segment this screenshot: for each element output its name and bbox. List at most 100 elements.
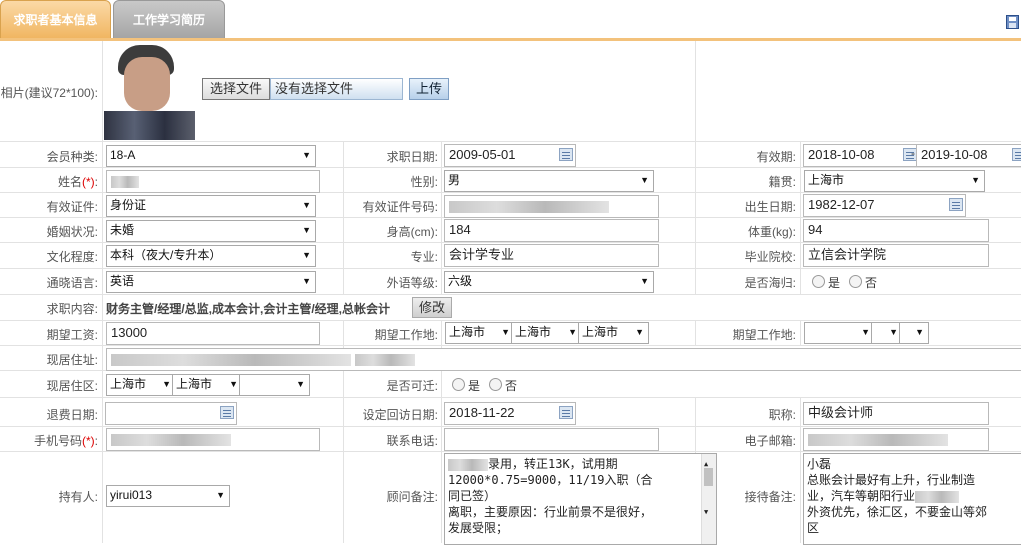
chevron-down-icon: ▼ [568, 327, 577, 337]
chevron-down-icon: ▼ [229, 379, 238, 389]
refund-date-label: 退费日期: [46, 408, 98, 422]
address-label: 现居住址: [46, 353, 98, 367]
valid-to-input[interactable]: 2019-10-08 [916, 144, 1021, 167]
relocate-radio-no[interactable]: 否 [489, 377, 517, 394]
email-input[interactable] [803, 428, 989, 451]
chevron-down-icon: ▼ [302, 225, 311, 235]
school-input[interactable]: 立信会计学院 [803, 244, 989, 267]
major-label: 专业: [410, 250, 438, 264]
height-input[interactable]: 184 [444, 219, 659, 242]
chevron-down-icon: ▼ [640, 175, 649, 185]
calendar-icon[interactable] [220, 406, 234, 419]
overseas-radio-yes[interactable]: 是 [812, 274, 840, 291]
language-level-select[interactable]: 六级 ▼ [444, 271, 654, 293]
choose-file-button[interactable]: 选择文件 [202, 78, 270, 100]
mobile-label: 手机号码(*): [33, 434, 98, 448]
language-level-label: 外语等级: [386, 276, 438, 290]
district-label: 现居住区: [46, 379, 98, 393]
job-title-input[interactable]: 中级会计师 [803, 402, 989, 425]
valid-period-label: 有效期: [756, 150, 796, 164]
advisor-note-label: 顾问备注: [386, 490, 438, 504]
job-content-text: 财务主管/经理/总监,成本会计,会计主管/经理,总帐会计 [106, 302, 391, 316]
birth-date-input[interactable]: 1982-12-07 [803, 194, 966, 217]
address-input[interactable] [106, 348, 1021, 371]
chevron-down-icon: ▼ [302, 276, 311, 286]
id-type-label: 有效证件: [46, 200, 98, 214]
photo-avatar [104, 43, 195, 140]
language-select[interactable]: 英语 ▼ [106, 271, 316, 293]
education-select[interactable]: 本科（夜大/专升本） ▼ [106, 245, 316, 267]
job-date-input[interactable]: 2009-05-01 [444, 144, 576, 167]
chevron-down-icon: ▼ [296, 379, 305, 389]
calendar-icon[interactable] [1012, 148, 1021, 161]
valid-from-input[interactable]: 2018-10-08 [803, 144, 920, 167]
advisor-note-textarea[interactable]: 录用，转正13K，试用期 12000*0.75=9000，11/19入职（合 同… [444, 453, 717, 545]
overseas-label: 是否海归: [744, 276, 796, 290]
reception-note-textarea[interactable]: 小磊 总账会计最好有上升，行业制造 业，汽车等朝阳行业 外资优先，徐汇区，不要金… [803, 453, 1021, 545]
email-label: 电子邮箱: [744, 434, 796, 448]
phone-label: 联系电话: [386, 434, 438, 448]
salary-label: 期望工资: [46, 328, 98, 342]
work-location-label: 期望工作地: [374, 328, 438, 342]
district-province[interactable]: 上海市 ▼ [106, 374, 176, 396]
weight-label: 体重(kg): [747, 225, 796, 239]
calendar-icon[interactable] [559, 148, 573, 161]
tab-basic-info[interactable]: 求职者基本信息 [0, 0, 111, 40]
chevron-down-icon: ▼ [302, 150, 311, 160]
relocate-label: 是否可迁: [386, 379, 438, 393]
job-content-label: 求职内容: [46, 302, 98, 316]
marital-select[interactable]: 未婚 ▼ [106, 220, 316, 242]
chevron-down-icon: ▼ [889, 327, 898, 337]
gender-select[interactable]: 男 ▼ [444, 170, 654, 192]
calendar-icon[interactable] [949, 198, 963, 211]
chevron-down-icon: ▼ [216, 490, 225, 500]
district-area[interactable]: ▼ [239, 374, 310, 396]
job-title-label: 职称: [768, 408, 796, 422]
chevron-down-icon: ▼ [162, 379, 171, 389]
work-location-city[interactable]: 上海市 ▼ [511, 322, 582, 344]
marital-label: 婚姻状况: [46, 225, 98, 239]
holder-select[interactable]: yirui013 ▼ [106, 485, 230, 507]
member-type-select[interactable]: 18-A ▼ [106, 145, 316, 167]
work-location-2-province[interactable]: ▼ [804, 322, 875, 344]
phone-input[interactable] [444, 428, 659, 451]
reception-note-label: 接待备注: [744, 490, 796, 504]
upload-button[interactable]: 上传 [409, 78, 449, 100]
valid-separator: - [911, 146, 915, 160]
name-input[interactable] [106, 170, 320, 193]
save-icon[interactable] [1006, 15, 1019, 29]
photo-label: 相片(建议72*100): [0, 86, 98, 100]
work-location-province[interactable]: 上海市 ▼ [445, 322, 515, 344]
district-city[interactable]: 上海市 ▼ [172, 374, 243, 396]
gender-label: 性别: [410, 175, 438, 189]
school-label: 毕业院校: [744, 250, 796, 264]
revisit-date-input[interactable]: 2018-11-22 [444, 402, 576, 425]
tab-work-study-resume[interactable]: 工作学习简历 [113, 0, 225, 40]
education-label: 文化程度: [46, 250, 98, 264]
chevron-down-icon: ▼ [501, 327, 510, 337]
work-location-2-district[interactable]: ▼ [899, 322, 929, 344]
chevron-down-icon: ▼ [640, 276, 649, 286]
work-location-2-label: 期望工作地: [732, 328, 796, 342]
chevron-down-icon: ▼ [302, 200, 311, 210]
relocate-radio-yes[interactable]: 是 [452, 377, 480, 394]
modify-button[interactable]: 修改 [412, 297, 452, 318]
chevron-down-icon: ▼ [915, 327, 924, 337]
holder-label: 持有人: [58, 490, 98, 504]
height-label: 身高(cm): [386, 225, 438, 239]
id-number-input[interactable] [444, 195, 659, 218]
salary-input[interactable]: 13000 [106, 322, 320, 345]
calendar-icon[interactable] [559, 406, 573, 419]
major-input[interactable]: 会计学专业 [444, 244, 659, 267]
weight-input[interactable]: 94 [803, 219, 989, 242]
mobile-input[interactable] [106, 428, 320, 451]
name-label: 姓名(*): [57, 175, 98, 189]
refund-date-input[interactable] [105, 402, 237, 425]
overseas-radio-no[interactable]: 否 [849, 274, 877, 291]
birth-date-label: 出生日期: [744, 200, 796, 214]
native-place-select[interactable]: 上海市 ▼ [804, 170, 985, 192]
job-date-label: 求职日期: [386, 150, 438, 164]
id-type-select[interactable]: 身份证 ▼ [106, 195, 316, 217]
work-location-district[interactable]: 上海市 ▼ [578, 322, 649, 344]
chevron-down-icon: ▼ [971, 175, 980, 185]
